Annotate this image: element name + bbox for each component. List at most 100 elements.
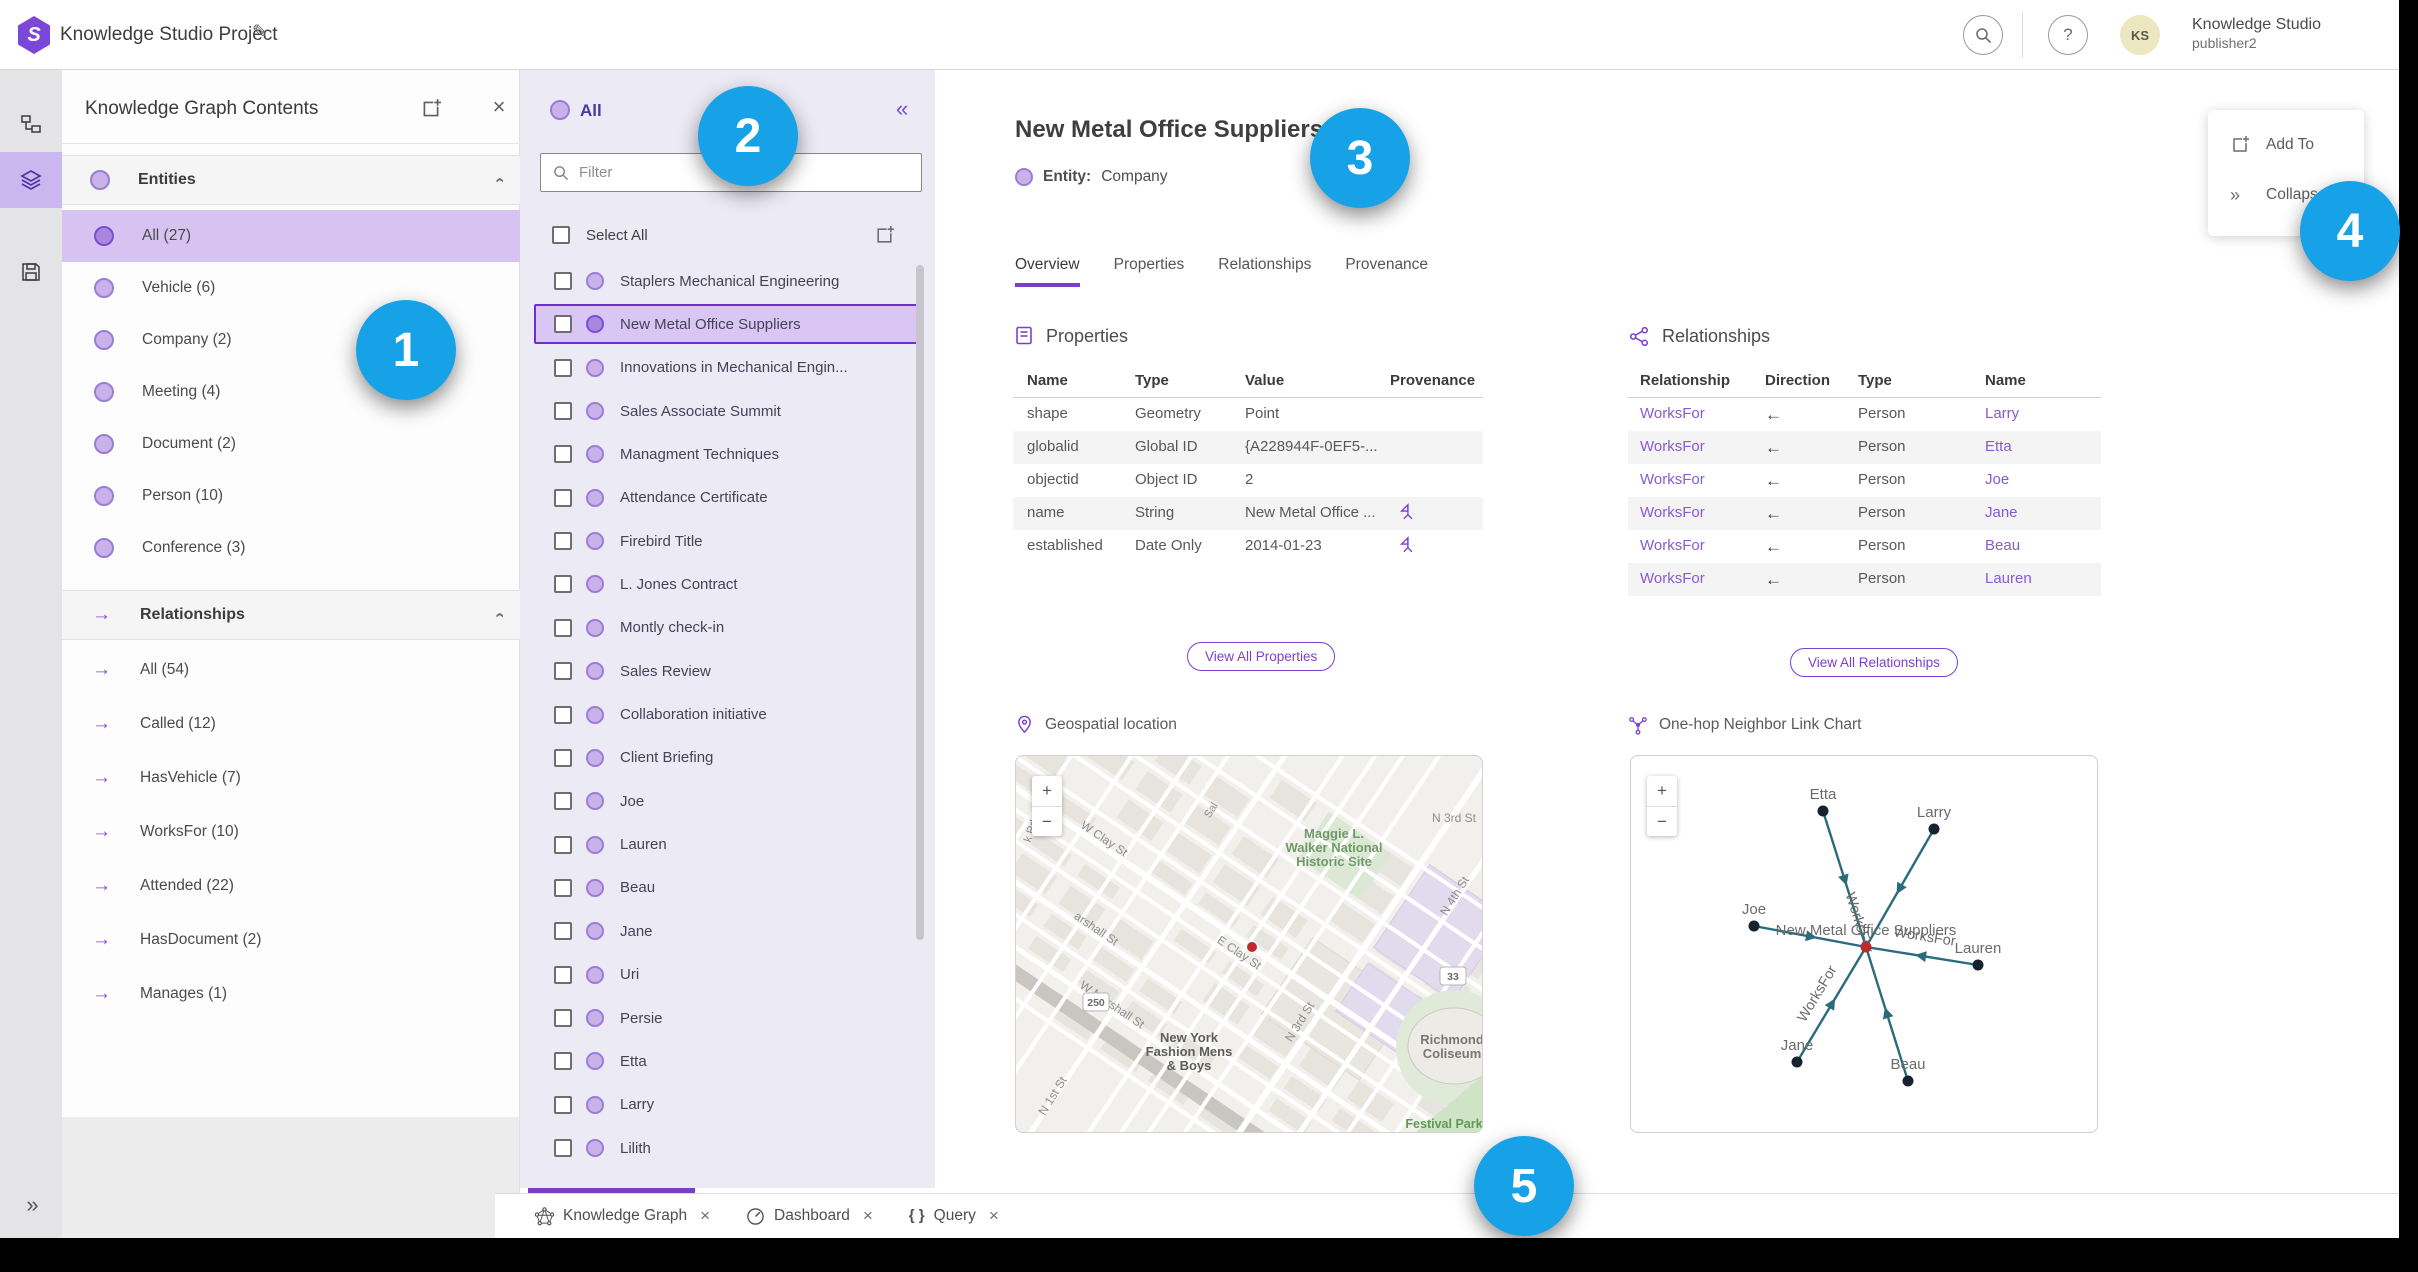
item-checkbox[interactable] [554, 1052, 572, 1071]
list-item[interactable]: Larry [534, 1085, 922, 1125]
entity-type-item[interactable]: Meeting (4) [62, 366, 520, 418]
relationship-type-item[interactable]: → HasDocument (2) [62, 914, 520, 966]
relationship-type-item[interactable]: → Manages (1) [62, 968, 520, 1020]
close-tab-icon[interactable]: × [989, 1206, 999, 1226]
linkchart-canvas[interactable]: WorksFor WorksForWorksForEttaLarryJoeLaur… [1631, 756, 2098, 1133]
chart-node[interactable] [1972, 959, 1984, 971]
table-row[interactable]: name String New Metal Office ... [1013, 497, 1483, 530]
list-item[interactable]: Jane [534, 911, 922, 951]
tab-provenance[interactable]: Provenance [1345, 256, 1428, 287]
item-checkbox[interactable] [554, 272, 572, 290]
view-all-properties-button[interactable]: View All Properties [1187, 642, 1336, 671]
add-to-map-button[interactable] [874, 225, 895, 246]
app-logo-icon[interactable]: S [18, 16, 50, 54]
relationship-type-item[interactable]: → HasVehicle (7) [62, 752, 520, 804]
edit-title-icon[interactable]: ✎ [252, 21, 268, 44]
table-row[interactable]: established Date Only 2014-01-23 [1013, 530, 1483, 563]
table-row[interactable]: WorksFor ← Person Jane [1628, 497, 2101, 530]
collapse-panel-icon[interactable]: « [896, 96, 908, 122]
cell-name-link[interactable]: Larry [1985, 405, 2019, 422]
list-item[interactable]: Attendance Certificate [534, 478, 922, 518]
list-item[interactable]: Sales Associate Summit [534, 391, 922, 431]
zoom-in-button[interactable]: + [1647, 776, 1677, 806]
item-checkbox[interactable] [554, 315, 572, 334]
bottom-tab-query[interactable]: { } Query × [909, 1206, 999, 1226]
item-checkbox[interactable] [554, 965, 572, 984]
cell-relationship-link[interactable]: WorksFor [1640, 504, 1705, 521]
zoom-out-button[interactable]: − [1032, 806, 1062, 836]
linkchart-widget[interactable]: WorksFor WorksFor WorksFor Etta Larry Joe Laur… [1630, 755, 2098, 1133]
list-item[interactable]: L. Jones Contract [534, 564, 922, 604]
chart-node[interactable] [1748, 920, 1760, 932]
list-item[interactable]: Joe [534, 781, 922, 821]
item-checkbox[interactable] [554, 445, 572, 464]
cell-name-link[interactable]: Etta [1985, 438, 2012, 455]
item-checkbox[interactable] [554, 1139, 572, 1157]
item-checkbox[interactable] [554, 705, 572, 724]
item-checkbox[interactable] [554, 748, 572, 767]
expand-rail-button[interactable]: » [0, 1185, 62, 1225]
save-tool[interactable] [0, 244, 62, 300]
tab-overview[interactable]: Overview [1015, 256, 1080, 287]
item-checkbox[interactable] [554, 792, 572, 811]
chart-center-node[interactable] [1860, 941, 1872, 953]
chart-node[interactable] [1791, 1056, 1803, 1068]
list-item[interactable]: Collaboration initiative [534, 695, 922, 735]
list-item[interactable]: Beau [534, 868, 922, 908]
zoom-out-button[interactable]: − [1647, 806, 1677, 836]
relationship-type-item[interactable]: → WorksFor (10) [62, 806, 520, 858]
entity-type-item[interactable]: Document (2) [62, 418, 520, 470]
cell-relationship-link[interactable]: WorksFor [1640, 570, 1705, 587]
close-panel-button[interactable]: × [486, 94, 512, 120]
cell-relationship-link[interactable]: WorksFor [1640, 438, 1705, 455]
zoom-in-button[interactable]: + [1032, 776, 1062, 806]
close-tab-icon[interactable]: × [863, 1206, 873, 1226]
chart-node[interactable] [1817, 805, 1829, 817]
table-row[interactable]: WorksFor ← Person Joe [1628, 464, 2101, 497]
tab-properties[interactable]: Properties [1114, 256, 1185, 287]
item-checkbox[interactable] [554, 922, 572, 941]
item-checkbox[interactable] [554, 532, 572, 551]
select-all-row[interactable]: Select All [520, 220, 935, 250]
list-item[interactable]: Lauren [534, 825, 922, 865]
chart-node[interactable] [1902, 1075, 1914, 1087]
select-all-checkbox[interactable] [552, 226, 570, 244]
entity-type-item[interactable]: Conference (3) [62, 522, 520, 574]
list-item[interactable]: Managment Techniques [534, 434, 922, 474]
entities-group-header[interactable]: Entities › [62, 155, 520, 205]
data-model-tool[interactable] [0, 96, 62, 152]
entity-type-item[interactable]: Person (10) [62, 470, 520, 522]
item-checkbox[interactable] [554, 878, 572, 897]
cell-name-link[interactable]: Joe [1985, 471, 2009, 488]
item-checkbox[interactable] [554, 835, 572, 854]
list-item[interactable]: Montly check-in [534, 608, 922, 648]
list-item[interactable]: Sales Review [534, 651, 922, 691]
entity-type-item[interactable]: Vehicle (6) [62, 262, 520, 314]
avatar[interactable]: KS [2120, 15, 2160, 55]
help-button[interactable]: ? [2048, 15, 2088, 55]
table-row[interactable]: shape Geometry Point [1013, 398, 1483, 431]
table-row[interactable]: objectid Object ID 2 [1013, 464, 1483, 497]
relationship-type-item[interactable]: → Called (12) [62, 698, 520, 750]
provenance-flag-icon[interactable] [1398, 503, 1416, 521]
layers-tool[interactable] [0, 152, 62, 208]
search-button[interactable] [1963, 15, 2003, 55]
cell-relationship-link[interactable]: WorksFor [1640, 471, 1705, 488]
cell-name-link[interactable]: Jane [1985, 504, 2018, 521]
list-item[interactable]: Uri [534, 955, 922, 995]
table-row[interactable]: WorksFor ← Person Beau [1628, 530, 2101, 563]
bottom-tab-dashboard[interactable]: Dashboard × [746, 1206, 873, 1226]
close-tab-icon[interactable]: × [700, 1206, 710, 1226]
cell-name-link[interactable]: Beau [1985, 537, 2020, 554]
table-row[interactable]: WorksFor ← Person Etta [1628, 431, 2101, 464]
list-item[interactable]: Innovations in Mechanical Engin... [534, 348, 922, 388]
table-row[interactable]: WorksFor ← Person Larry [1628, 398, 2101, 431]
chart-node[interactable] [1928, 823, 1940, 835]
chevron-up-icon[interactable]: › [489, 612, 509, 618]
cell-relationship-link[interactable]: WorksFor [1640, 537, 1705, 554]
item-checkbox[interactable] [554, 1009, 572, 1027]
view-all-relationships-button[interactable]: View All Relationships [1790, 648, 1958, 677]
item-checkbox[interactable] [554, 662, 572, 681]
table-row[interactable]: WorksFor ← Person Lauren [1628, 563, 2101, 596]
provenance-flag-icon[interactable] [1398, 536, 1416, 554]
